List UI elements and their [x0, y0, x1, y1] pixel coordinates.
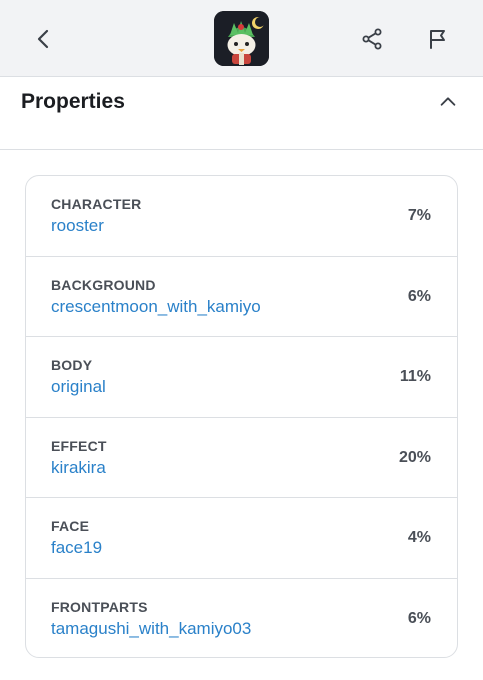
trait-rarity: 6% [407, 609, 431, 627]
chevron-left-icon [37, 29, 49, 49]
top-app-bar [0, 0, 483, 77]
trait-rarity: 6% [407, 287, 431, 305]
trait-type: CHARACTER [51, 196, 142, 212]
trait-type: FACE [51, 518, 90, 534]
trait-type: BACKGROUND [51, 276, 156, 293]
property-row-background[interactable]: BACKGROUND crescentmoon_with_kamiyo 6% [26, 257, 457, 337]
property-row-character[interactable]: CHARACTER rooster 7% [26, 176, 457, 257]
report-button[interactable] [418, 19, 458, 59]
trait-value[interactable]: tamagushi_with_kamiyo03 [51, 619, 251, 639]
property-row-effect[interactable]: EFFECT kirakira 20% [26, 418, 457, 498]
collapse-button[interactable] [428, 82, 468, 122]
properties-section-header[interactable]: Properties [0, 78, 483, 150]
trait-type: EFFECT [51, 437, 107, 454]
trait-rarity: 11% [399, 368, 431, 385]
trait-value[interactable]: kirakira [51, 458, 106, 478]
trait-type: BODY [51, 357, 93, 373]
trait-value[interactable]: rooster [51, 216, 104, 236]
property-row-face[interactable]: FACE face19 4% [26, 498, 457, 579]
share-icon [362, 28, 382, 50]
nft-thumbnail [214, 11, 269, 66]
trait-value[interactable]: original [51, 377, 106, 397]
share-button[interactable] [352, 19, 392, 59]
trait-value[interactable]: crescentmoon_with_kamiyo [51, 297, 261, 317]
trait-rarity: 20% [398, 448, 431, 466]
back-button[interactable] [24, 19, 64, 59]
trait-value[interactable]: face19 [51, 538, 102, 558]
flag-icon [430, 30, 445, 49]
trait-rarity: 4% [407, 529, 431, 546]
trait-type: FRONTPARTS [51, 598, 148, 615]
property-row-frontparts[interactable]: FRONTPARTS tamagushi_with_kamiyo03 6% [26, 579, 457, 658]
properties-card: CHARACTER rooster 7% BACKGROUND crescent… [25, 175, 458, 658]
trait-rarity: 7% [407, 207, 431, 224]
chevron-up-icon [440, 97, 456, 106]
property-row-body[interactable]: BODY original 11% [26, 337, 457, 418]
section-title: Properties [21, 90, 125, 113]
